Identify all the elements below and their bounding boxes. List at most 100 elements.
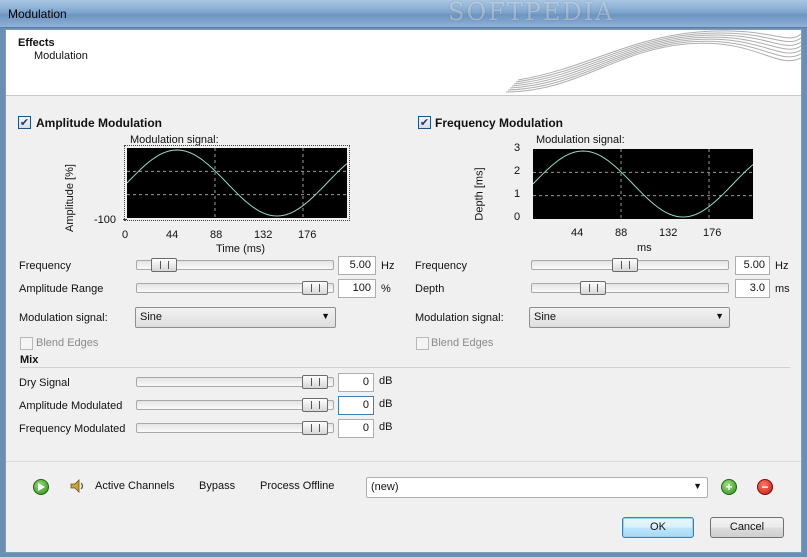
freq-frequency-input[interactable]: 5.00 xyxy=(735,256,770,275)
window-title: Modulation xyxy=(8,7,67,21)
freq-y-axis-label: Depth [ms] xyxy=(473,167,486,221)
ok-button[interactable]: OK xyxy=(622,517,694,538)
amp-x-axis-label: Time (ms) xyxy=(216,243,266,255)
amp-frequency-slider-thumb[interactable] xyxy=(151,258,177,272)
add-preset-icon[interactable]: + xyxy=(721,479,737,495)
mix-row-label: Frequency Modulated xyxy=(19,423,126,435)
freq-chart-title: Modulation signal: xyxy=(536,134,625,146)
x-tick-label: 176 xyxy=(298,229,317,241)
y-tick-label: 3 xyxy=(514,142,521,154)
mix-row-unit: dB xyxy=(379,375,393,387)
header-banner: Effects Modulation xyxy=(6,30,801,96)
freq-blend-edges-label: Blend Edges xyxy=(431,337,494,349)
amp-signal-label: Modulation signal: xyxy=(19,312,108,324)
amp-signal-value: Sine xyxy=(140,311,163,323)
freq-depth-unit: ms xyxy=(775,283,790,295)
freq-signal-dropdown[interactable]: Sine ▼ xyxy=(529,307,730,328)
x-tick-label: 132 xyxy=(659,227,678,239)
x-tick-label: 88 xyxy=(210,229,223,241)
minus-glyph: − xyxy=(761,480,769,494)
dialog-client: Effects Modulation ✔ Amplitude Modulatio… xyxy=(5,29,802,553)
mix-row-label: Dry Signal xyxy=(19,377,70,389)
dropdown-arrow-icon: ▼ xyxy=(715,311,724,321)
mix-row-slider-thumb[interactable] xyxy=(302,421,328,435)
softpedia-watermark: SOFTPEDIA xyxy=(448,0,615,26)
mix-row-slider-thumb[interactable] xyxy=(302,375,328,389)
amp-blend-edges-checkbox[interactable] xyxy=(20,337,33,350)
amplitude-modulation-title: Amplitude Modulation xyxy=(36,116,162,130)
amp-range-slider-thumb[interactable] xyxy=(302,281,328,295)
mix-row-input[interactable]: 0 xyxy=(338,419,374,438)
freq-depth-slider-thumb[interactable] xyxy=(580,281,606,295)
amp-signal-dropdown[interactable]: Sine ▼ xyxy=(135,307,336,328)
freq-frequency-slider-thumb[interactable] xyxy=(612,258,638,272)
amp-frequency-unit: Hz xyxy=(381,260,395,272)
dropdown-arrow-icon: ▼ xyxy=(321,311,330,321)
amp-chart-frame xyxy=(124,145,350,221)
frequency-modulation-checkbox[interactable]: ✔ xyxy=(418,116,431,129)
x-tick-label: 176 xyxy=(703,227,722,239)
amp-range-input[interactable]: 100 xyxy=(338,279,376,298)
freq-signal-value: Sine xyxy=(534,311,557,323)
mix-row-input[interactable]: 0 xyxy=(338,373,374,392)
footer-separator xyxy=(6,461,801,462)
x-tick-label: 132 xyxy=(254,229,273,241)
y-tick-label: 0 xyxy=(514,211,521,223)
play-triangle xyxy=(38,483,45,491)
amp-frequency-slider[interactable] xyxy=(136,258,334,272)
check-mark-icon: ✔ xyxy=(419,117,430,129)
freq-frequency-slider[interactable] xyxy=(531,258,729,272)
process-offline-button[interactable]: Process Offline xyxy=(260,480,334,492)
mix-separator xyxy=(20,367,790,368)
amp-x-axis: 0 44 88 132 176 xyxy=(122,229,348,241)
amp-range-label: Amplitude Range xyxy=(19,283,104,295)
wave-decoration xyxy=(505,30,801,93)
freq-depth-label: Depth xyxy=(415,283,445,295)
mix-title: Mix xyxy=(20,354,39,366)
amp-range-slider[interactable] xyxy=(136,281,334,295)
x-tick-label: 44 xyxy=(166,229,179,241)
mix-row-slider[interactable] xyxy=(136,375,334,389)
amp-range-unit: % xyxy=(381,283,391,295)
play-icon[interactable] xyxy=(33,479,49,495)
delete-preset-icon[interactable]: − xyxy=(757,479,773,495)
frequency-modulation-title: Frequency Modulation xyxy=(435,116,564,130)
y-tick-label: 2 xyxy=(514,165,521,177)
x-tick-label: 88 xyxy=(615,227,628,239)
freq-blend-edges-checkbox[interactable] xyxy=(416,337,429,350)
mix-row-input[interactable]: 0 xyxy=(338,396,374,415)
modulation-curve xyxy=(533,150,753,218)
speaker-icon[interactable] xyxy=(70,478,86,494)
mix-row-label: Amplitude Modulated xyxy=(19,400,123,412)
amp-y-axis-label: Amplitude [%] xyxy=(63,164,76,232)
mix-row-slider[interactable] xyxy=(136,421,334,435)
check-mark-icon: ✔ xyxy=(19,117,30,129)
freq-y-axis: 3 2 1 0 xyxy=(514,142,528,223)
title-bar[interactable]: Modulation SOFTPEDIA xyxy=(0,0,807,28)
amp-blend-edges-label: Blend Edges xyxy=(36,337,99,349)
plus-glyph: + xyxy=(725,480,733,494)
amplitude-modulation-checkbox[interactable]: ✔ xyxy=(18,116,31,129)
mix-row-unit: dB xyxy=(379,421,393,433)
amp-modulation-chart xyxy=(127,148,347,218)
amp-frequency-label: Frequency xyxy=(19,260,71,272)
cancel-button[interactable]: Cancel xyxy=(710,517,784,538)
freq-modulation-chart xyxy=(533,149,753,219)
mix-row-slider[interactable] xyxy=(136,398,334,412)
active-channels-button[interactable]: Active Channels xyxy=(95,480,175,492)
amp-y-tick: -100 xyxy=(94,214,117,226)
freq-x-axis-label: ms xyxy=(637,242,652,254)
bypass-button[interactable]: Bypass xyxy=(199,480,235,492)
amp-frequency-input[interactable]: 5.00 xyxy=(338,256,376,275)
freq-signal-label: Modulation signal: xyxy=(415,312,504,324)
freq-depth-input[interactable]: 3.0 xyxy=(735,279,770,298)
header-category: Effects xyxy=(18,37,55,49)
y-tick-label: 1 xyxy=(514,188,521,200)
freq-depth-slider[interactable] xyxy=(531,281,729,295)
modulation-curve xyxy=(127,149,347,217)
x-tick-label: 0 xyxy=(122,229,129,241)
mix-row-unit: dB xyxy=(379,398,393,410)
preset-dropdown[interactable]: (new) ▼ xyxy=(366,477,708,498)
mix-row-slider-thumb[interactable] xyxy=(302,398,328,412)
freq-frequency-label: Frequency xyxy=(415,260,467,272)
